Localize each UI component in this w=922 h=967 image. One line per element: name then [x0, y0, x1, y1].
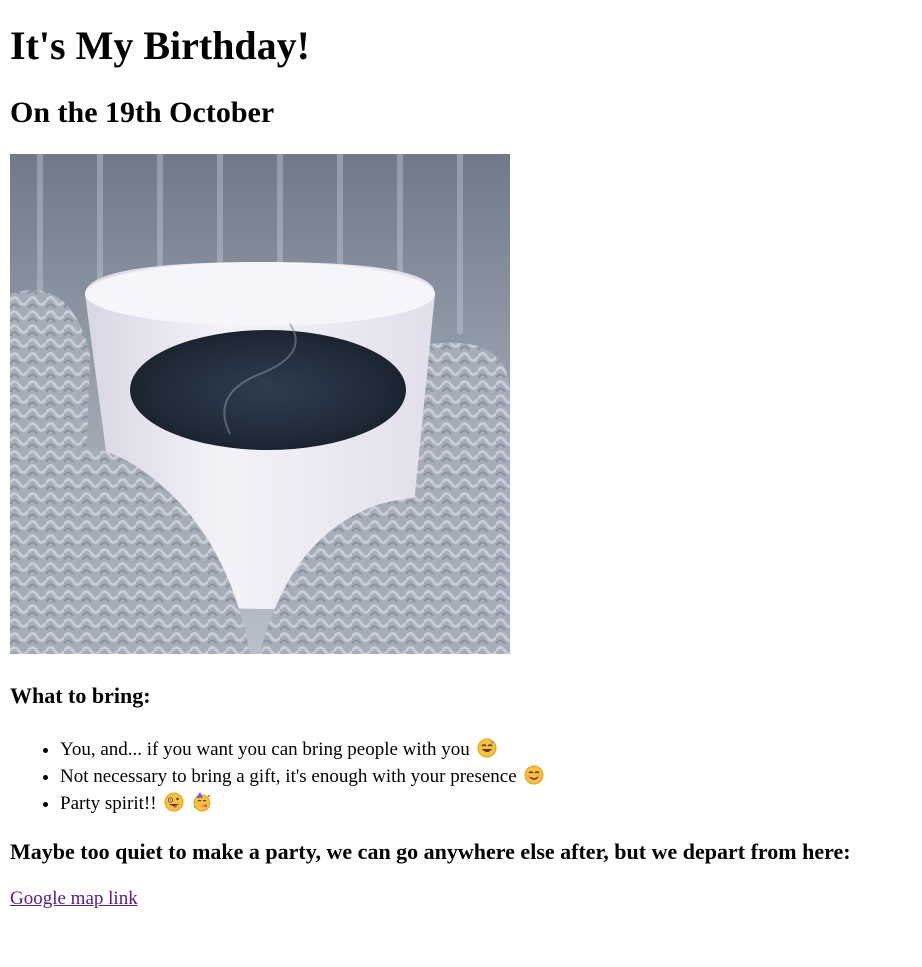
grinning-sweat-emoji-icon — [477, 738, 497, 758]
list-item-text: Party spirit!! — [60, 793, 157, 814]
google-map-link[interactable]: Google map link — [10, 886, 138, 912]
coffee-photo — [10, 154, 510, 654]
list-item-text: Not necessary to bring a gift, it's enou… — [60, 766, 517, 787]
date-heading: On the 19th October — [10, 96, 275, 129]
page-title: It's My Birthday! — [10, 23, 310, 68]
list-item: Not necessary to bring a gift, it's enou… — [60, 763, 760, 790]
party-face-emoji-icon — [192, 792, 212, 812]
what-to-bring-heading: What to bring: — [10, 683, 151, 708]
page: It's My Birthday! On the 19th October Wh… — [0, 0, 922, 967]
list-item: Party spirit!! — [60, 790, 760, 817]
smiling-blush-emoji-icon — [524, 765, 544, 785]
departure-heading: Maybe too quiet to make a party, we can … — [10, 839, 851, 864]
bring-list: You, and... if you want you can bring pe… — [20, 736, 760, 817]
list-item: You, and... if you want you can bring pe… — [60, 736, 760, 763]
list-item-text: You, and... if you want you can bring pe… — [60, 739, 470, 760]
zany-face-emoji-icon — [164, 792, 184, 812]
